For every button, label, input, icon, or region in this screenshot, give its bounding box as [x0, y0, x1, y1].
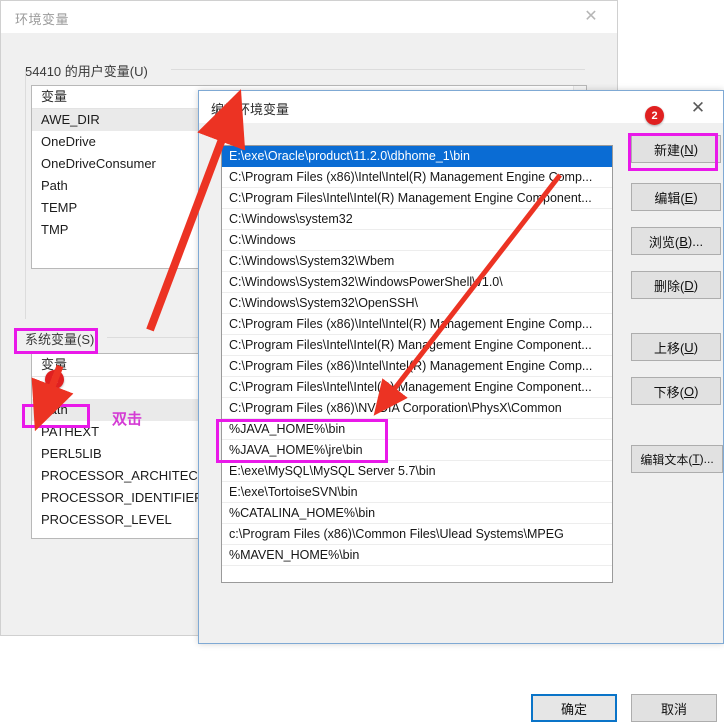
close-icon[interactable]: ✕ — [571, 5, 611, 29]
user-vars-label: 54410 的用户变量(U) — [25, 61, 152, 80]
step-badge-2: 2 — [645, 106, 664, 125]
edit-button[interactable]: 编辑(E) — [631, 183, 721, 211]
path-entry-row[interactable]: C:\Windows\System32\OpenSSH\ — [222, 293, 612, 314]
path-entry-row[interactable]: E:\exe\Oracle\product\11.2.0\dbhome_1\bi… — [222, 146, 612, 167]
dialog-title: 编辑环境变量 — [211, 102, 290, 117]
path-entry-row[interactable]: C:\Program Files\Intel\Intel(R) Manageme… — [222, 188, 612, 209]
path-entry-row[interactable]: %JAVA_HOME%\jre\bin — [222, 440, 612, 461]
step-badge-1: 1 — [45, 370, 64, 389]
path-entry-row[interactable]: %CATALINA_HOME%\bin — [222, 503, 612, 524]
move-down-button[interactable]: 下移(O) — [631, 377, 721, 405]
path-entry-row[interactable]: c:\Program Files (x86)\Common Files\Ulea… — [222, 524, 612, 545]
browse-button[interactable]: 浏览(B)... — [631, 227, 721, 255]
edit-environment-variable-dialog: 编辑环境变量 ✕ E:\exe\Oracle\product\11.2.0\db… — [198, 90, 724, 722]
path-entry-row[interactable]: C:\Windows — [222, 230, 612, 251]
path-entry-row[interactable]: C:\Program Files (x86)\NVIDIA Corporatio… — [222, 398, 612, 419]
path-entry-row[interactable]: C:\Program Files (x86)\Intel\Intel(R) Ma… — [222, 167, 612, 188]
path-entry-row[interactable]: C:\Program Files (x86)\Intel\Intel(R) Ma… — [222, 314, 612, 335]
window-titlebar: 环境变量 ✕ — [1, 1, 617, 34]
move-up-button[interactable]: 上移(U) — [631, 333, 721, 361]
path-entry-row[interactable]: %MAVEN_HOME%\bin — [222, 545, 612, 566]
path-entry-row[interactable]: C:\Program Files (x86)\Intel\Intel(R) Ma… — [222, 356, 612, 377]
edit-text-button[interactable]: 编辑文本(T)... — [631, 445, 723, 473]
cancel-button[interactable]: 取消 — [631, 694, 717, 722]
close-icon[interactable]: ✕ — [677, 94, 719, 120]
path-entry-row[interactable]: E:\exe\MySQL\MySQL Server 5.7\bin — [222, 461, 612, 482]
user-vars-group-edge — [25, 69, 26, 319]
path-entries-list[interactable]: E:\exe\Oracle\product\11.2.0\dbhome_1\bi… — [221, 145, 613, 583]
path-entry-row[interactable]: C:\Windows\System32\WindowsPowerShell\v1… — [222, 272, 612, 293]
path-entry-row[interactable]: C:\Windows\system32 — [222, 209, 612, 230]
path-entry-row[interactable]: C:\Program Files\Intel\Intel(R) Manageme… — [222, 377, 612, 398]
system-vars-label: 系统变量(S) — [25, 329, 99, 348]
path-list-empty-row — [222, 566, 612, 582]
path-entry-row[interactable]: C:\Windows\System32\Wbem — [222, 251, 612, 272]
user-vars-group-line — [171, 69, 585, 70]
path-entry-row[interactable]: %JAVA_HOME%\bin — [222, 419, 612, 440]
window-title: 环境变量 — [15, 12, 70, 27]
double-click-hint: 双击 — [112, 411, 143, 428]
delete-button[interactable]: 删除(D) — [631, 271, 721, 299]
path-entry-row[interactable]: E:\exe\TortoiseSVN\bin — [222, 482, 612, 503]
path-entry-row[interactable]: C:\Program Files\Intel\Intel(R) Manageme… — [222, 335, 612, 356]
ok-button[interactable]: 确定 — [531, 694, 617, 722]
new-button[interactable]: 新建(N) — [631, 135, 721, 163]
